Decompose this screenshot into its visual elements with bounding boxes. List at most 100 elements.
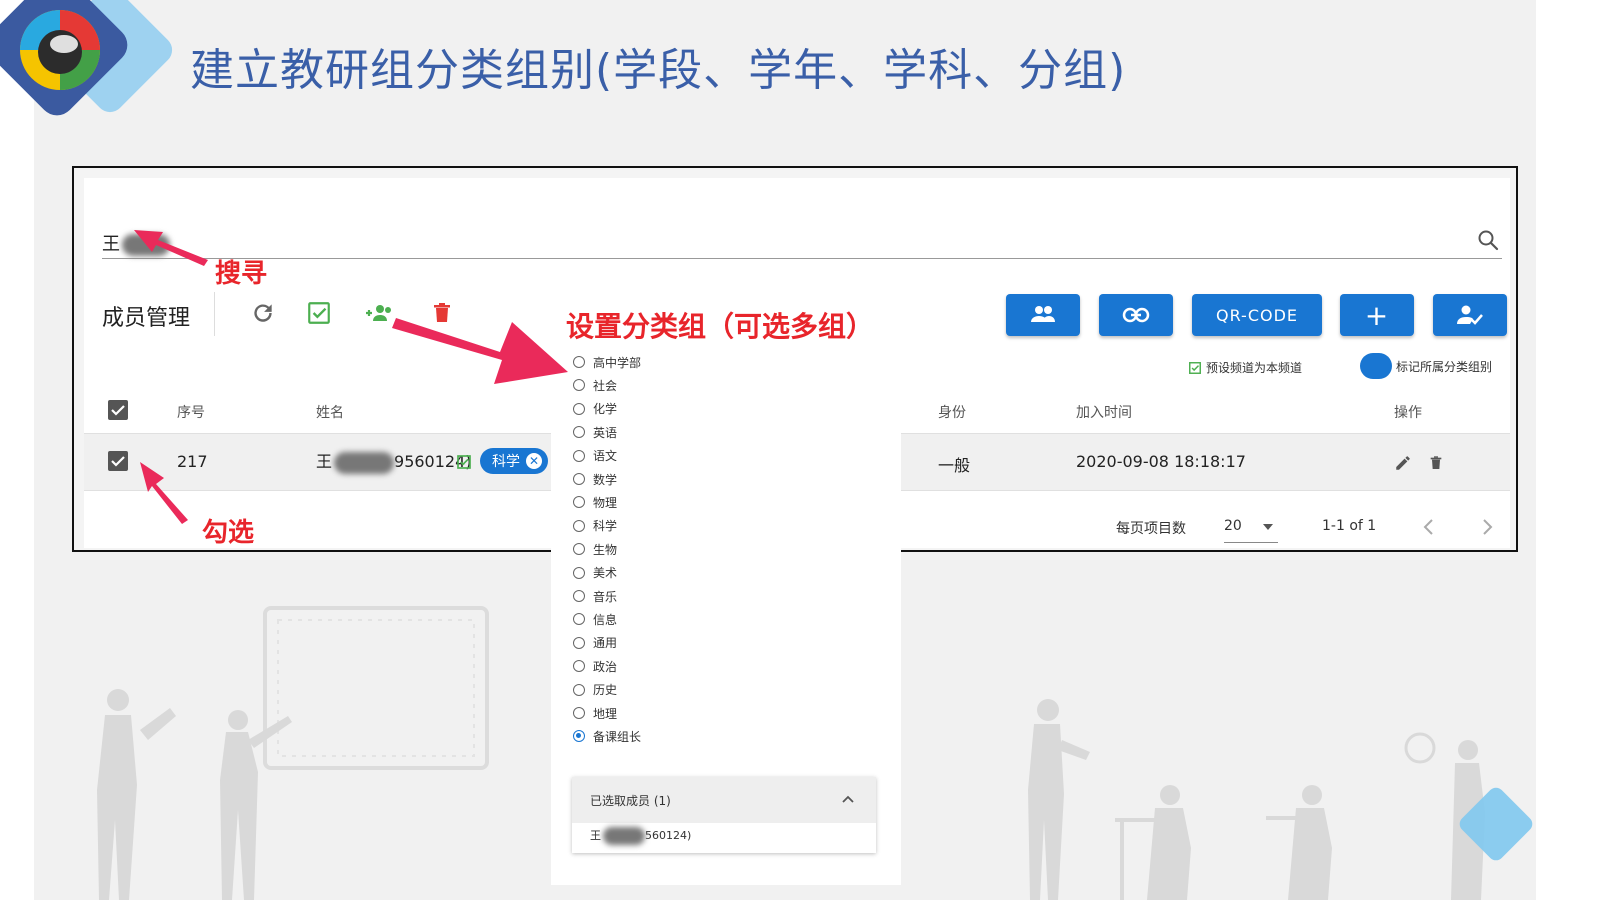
radio-unchecked-icon[interactable] [573, 402, 585, 415]
radio-unchecked-icon[interactable] [573, 356, 585, 368]
row-name: 王 9560124) [316, 448, 472, 474]
column-name[interactable]: 姓名 [316, 402, 344, 422]
group-option-label: 英语 [593, 425, 618, 440]
qrcode-button[interactable]: QR-CODE [1192, 294, 1322, 336]
members-button[interactable] [1006, 294, 1080, 336]
annotation-set-group: 设置分类组（可选多组） [566, 310, 875, 343]
row-index: 217 [177, 452, 208, 471]
group-option-label: 数学 [593, 472, 618, 487]
annotation-search: 搜寻 [215, 259, 268, 289]
group-option[interactable]: 高中学部 [573, 352, 641, 372]
group-option[interactable]: 社会 [573, 375, 617, 395]
preset-channel-label: 预设频道为本频道 [1205, 361, 1302, 375]
link-button[interactable] [1099, 294, 1173, 336]
edit-icon[interactable] [1394, 454, 1412, 472]
search-input-value: 王 [102, 234, 120, 255]
toggle-switch[interactable] [1359, 353, 1392, 379]
radio-checked-icon[interactable] [573, 730, 585, 743]
radio-unchecked-icon[interactable] [573, 660, 585, 673]
selected-members-title: 已选取成员 (1) [590, 793, 671, 808]
radio-unchecked-icon[interactable] [573, 566, 585, 579]
add-button[interactable]: + [1340, 294, 1414, 336]
per-page-select[interactable]: 20 [1224, 518, 1278, 543]
per-page-label: 每页项目数 [1116, 521, 1186, 537]
selected-members-header[interactable]: 已选取成员 (1) [572, 777, 876, 823]
group-option-label: 通用 [593, 636, 618, 651]
group-option-label: 社会 [593, 378, 618, 393]
channel-flags: 预设频道为本频道 标记所属分类组别 [1172, 353, 1492, 383]
row-delete-icon[interactable] [1428, 454, 1444, 472]
group-option-label: 高中学部 [593, 355, 642, 370]
column-role[interactable]: 身份 [938, 402, 966, 422]
radio-unchecked-icon[interactable] [573, 473, 585, 485]
group-option-label: 物理 [593, 495, 618, 510]
select-all-check-icon[interactable] [306, 300, 332, 326]
group-option-label: 科学 [593, 519, 618, 534]
redacted-text [122, 234, 170, 256]
column-joined[interactable]: 加入时间 [1076, 402, 1132, 422]
slide-title: 建立教研组分类组别(学段、学年、学科、分组) [190, 45, 1127, 96]
group-option-label: 音乐 [593, 589, 618, 604]
refresh-icon[interactable] [250, 300, 276, 326]
remove-tag-icon[interactable]: ✕ [526, 453, 542, 469]
group-option[interactable]: 英语 [573, 422, 617, 442]
group-option[interactable]: 数学 [573, 469, 617, 489]
radio-unchecked-icon[interactable] [573, 707, 585, 719]
row-checkbox[interactable] [108, 451, 128, 471]
group-option-label: 备课组长 [593, 729, 642, 744]
group-option[interactable]: 美术 [573, 563, 617, 583]
mark-group-toggle[interactable]: 标记所属分类组别 [1359, 353, 1492, 379]
link-icon [1122, 307, 1150, 323]
row-name-prefix: 王 [316, 452, 333, 471]
radio-unchecked-icon[interactable] [573, 543, 585, 556]
search-input[interactable]: 王 [102, 230, 170, 256]
right-margin [1536, 0, 1600, 900]
radio-unchecked-icon[interactable] [573, 590, 585, 602]
assign-member-button[interactable] [1433, 294, 1507, 336]
group-option[interactable]: 音乐 [573, 586, 617, 606]
add-group-icon[interactable] [364, 300, 396, 326]
checkbox-icon [1189, 361, 1201, 374]
delete-icon[interactable] [430, 300, 454, 326]
group-option[interactable]: 通用 [573, 633, 617, 653]
selected-member-prefix: 王 [590, 829, 601, 842]
radio-unchecked-icon[interactable] [573, 613, 585, 626]
preset-channel-option[interactable]: 预设频道为本频道 [1188, 359, 1302, 376]
group-option-label: 生物 [593, 542, 618, 557]
search-bar[interactable]: 王 [102, 218, 1502, 259]
group-option[interactable]: 政治 [573, 656, 617, 676]
select-all-checkbox[interactable] [108, 400, 128, 420]
radio-unchecked-icon[interactable] [573, 426, 585, 439]
radio-unchecked-icon[interactable] [573, 496, 585, 509]
chevron-up-icon[interactable] [842, 795, 854, 803]
group-option-label: 信息 [593, 612, 618, 627]
page-title: 成员管理 [102, 306, 191, 331]
group-option[interactable]: 生物 [573, 539, 617, 559]
next-page-icon[interactable] [1480, 518, 1494, 536]
group-tag: 科学 ✕ [480, 448, 548, 474]
mark-group-label: 标记所属分类组别 [1395, 359, 1492, 374]
group-option[interactable]: 备课组长 [573, 726, 641, 746]
group-option[interactable]: 信息 [573, 609, 617, 629]
radio-unchecked-icon[interactable] [573, 519, 585, 532]
people-icon [1031, 306, 1055, 322]
group-option[interactable]: 历史 [573, 680, 617, 700]
verified-check-icon [457, 455, 471, 469]
radio-unchecked-icon[interactable] [573, 636, 585, 649]
group-option-label: 化学 [593, 402, 618, 417]
group-option[interactable]: 化学 [573, 399, 617, 419]
group-option[interactable]: 科学 [573, 516, 617, 536]
group-option[interactable]: 物理 [573, 492, 617, 512]
check-icon [111, 405, 125, 416]
prev-page-icon[interactable] [1422, 518, 1436, 536]
group-option[interactable]: 地理 [573, 703, 617, 723]
group-tag-label: 科学 [492, 454, 520, 470]
annotation-check: 勾选 [202, 518, 255, 548]
radio-unchecked-icon[interactable] [573, 379, 585, 392]
column-index[interactable]: 序号 [177, 402, 205, 422]
group-option[interactable]: 语文 [573, 446, 617, 466]
search-icon[interactable] [1476, 228, 1500, 252]
radio-unchecked-icon[interactable] [573, 449, 585, 462]
radio-unchecked-icon[interactable] [573, 683, 585, 696]
group-option-label: 政治 [593, 659, 618, 674]
